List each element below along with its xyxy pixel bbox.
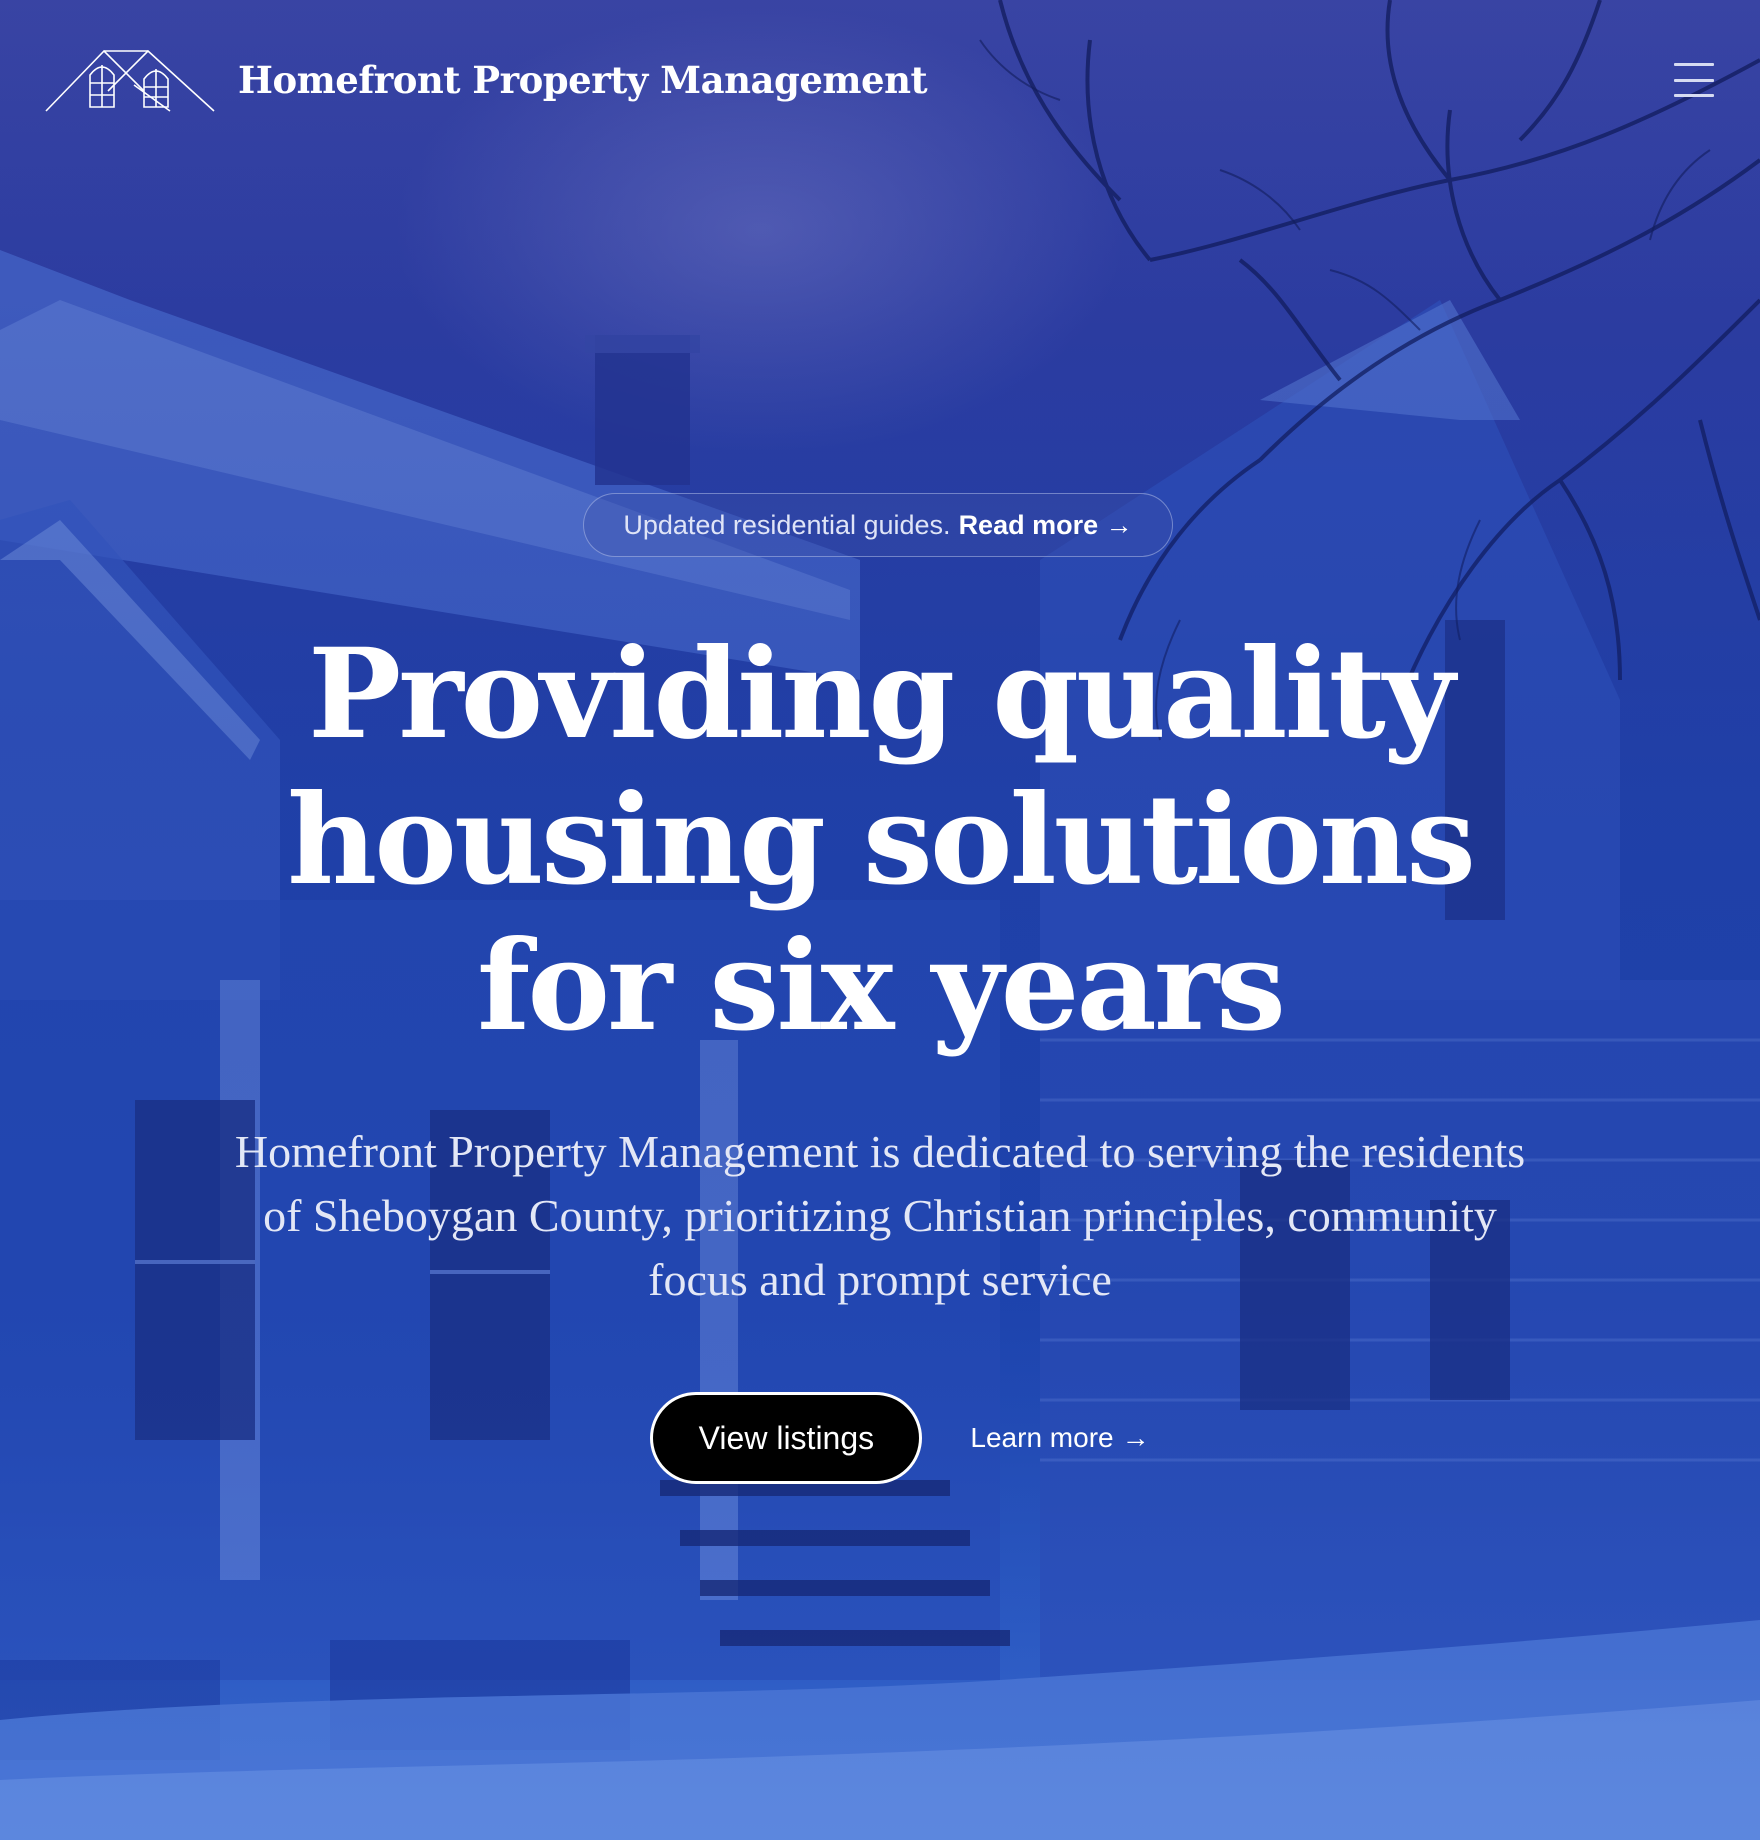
learn-more-link[interactable]: Learn more → <box>970 1422 1149 1454</box>
subtitle-line: focus and prompt service <box>648 1254 1112 1305</box>
menu-bar <box>1674 78 1714 82</box>
announcement-text: Updated residential guides. <box>623 509 951 540</box>
brand-name: Homefront Property Management <box>238 58 928 102</box>
hero-headline: Providing quality housing solutions for … <box>180 622 1580 1060</box>
hero-subtitle: Homefront Property Management is dedicat… <box>190 1120 1570 1312</box>
subtitle-line: of Sheboygan County, prioritizing Christ… <box>263 1190 1497 1241</box>
headline-line: housing solutions <box>287 768 1476 913</box>
arrow-right-icon: → <box>1121 1422 1150 1453</box>
headline-line: for six years <box>477 914 1286 1059</box>
menu-bar <box>1674 94 1714 97</box>
brand-home-link[interactable]: Homefront Property Management <box>44 45 928 115</box>
announcement-pill: Updated residential guides. Read more → <box>583 493 1173 557</box>
hero-section: Homefront Property Management Updated re… <box>0 0 1760 1840</box>
read-more-label: Read more <box>958 509 1099 540</box>
headline-line: Providing quality <box>307 622 1455 767</box>
cta-row: View listings Learn more → <box>0 1390 1760 1486</box>
view-listings-button[interactable]: View listings <box>650 1392 923 1484</box>
menu-bar <box>1674 63 1714 66</box>
hamburger-menu-icon[interactable] <box>1672 59 1716 101</box>
read-more-link[interactable]: Read more → <box>959 510 1133 541</box>
subtitle-line: Homefront Property Management is dedicat… <box>234 1126 1526 1177</box>
learn-more-label: Learn more <box>970 1422 1114 1453</box>
site-header: Homefront Property Management <box>44 40 1716 120</box>
house-outline-logo <box>45 49 215 112</box>
arrow-right-icon: → <box>1105 509 1133 540</box>
